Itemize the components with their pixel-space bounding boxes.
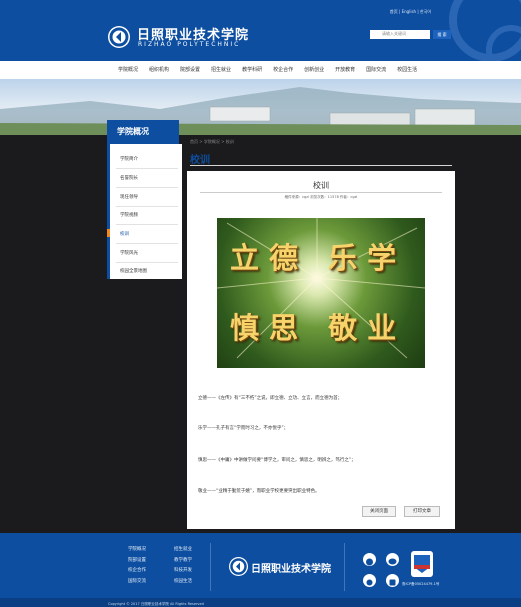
school-logo-icon[interactable] <box>108 26 130 48</box>
nav-item[interactable]: 组织机构 <box>149 66 169 73</box>
page-title: 校训 <box>190 155 210 166</box>
footer-link[interactable]: 科技开发 <box>174 566 192 577</box>
icp-text: 鲁ICP备05024479-1号 <box>402 582 440 586</box>
nav-item[interactable]: 创新创业 <box>304 66 324 73</box>
sidebar-item[interactable]: 学院视频 <box>120 212 138 218</box>
article-paragraph: 敬业——“业精于勤荒于嬉”，而职业学校更要突出职业特色。 <box>198 489 320 494</box>
weibo-icon[interactable] <box>363 553 376 566</box>
divider <box>210 543 211 591</box>
footer-link[interactable]: 教学教学 <box>174 556 192 567</box>
divider <box>116 262 178 263</box>
divider <box>344 543 345 591</box>
article-paragraph: 慎思——《中庸》中讲做学问要“博学之，审问之，慎思之，明辨之，笃行之”； <box>198 458 356 463</box>
nav-item[interactable]: 开放教育 <box>335 66 355 73</box>
bottom-bar <box>0 598 521 607</box>
nav-item[interactable]: 校企合作 <box>273 66 293 73</box>
search-button[interactable]: 搜 索 <box>433 30 451 39</box>
sidebar-item[interactable]: 校园全景地图 <box>120 268 147 274</box>
nav-item[interactable]: 招生就业 <box>211 66 231 73</box>
footer-school-name: 日照职业技术学院 <box>251 564 331 575</box>
divider <box>116 187 178 188</box>
footer-link[interactable]: 院部设置 <box>128 556 146 567</box>
divider <box>190 165 452 166</box>
search-placeholder: 请输入关键词 <box>382 31 406 36</box>
nav-item[interactable]: 教学科研 <box>242 66 262 73</box>
divider <box>116 243 178 244</box>
sidebar: 学院简介 名誉院长 现任领导 学院视频 校训 学院风光 校园全景地图 <box>107 144 182 279</box>
article-meta: 稿件来源：cgzl 浏览次数：11578 作者：cgzl <box>284 195 358 199</box>
nav-item[interactable]: 国际交流 <box>366 66 386 73</box>
motto-line-2: 慎思 敬业 <box>230 311 407 345</box>
main-nav-items: 学院概况 组织机构 院部设置 招生就业 教学科研 校企合作 创新创业 开放教育 … <box>118 66 428 73</box>
breadcrumb[interactable]: 首页 > 学院概况 > 校训 <box>190 139 234 145</box>
article-title: 校训 <box>313 181 329 190</box>
nav-item[interactable]: 学院概况 <box>118 66 138 73</box>
nav-item[interactable]: 校园生活 <box>397 66 417 73</box>
divider <box>200 192 442 193</box>
wechat-icon[interactable] <box>386 553 399 566</box>
nav-item[interactable]: 院部设置 <box>180 66 200 73</box>
footer-link[interactable]: 学院概况 <box>128 545 146 556</box>
motto-line-1: 立德 乐学 <box>230 241 407 275</box>
copyright-text: Copyright © 2017 日照职业技术学院 All Rights Res… <box>108 602 204 606</box>
app-icon[interactable] <box>386 574 399 587</box>
school-name-en: RIZHAO POLYTECHNIC <box>138 41 241 48</box>
print-article-button[interactable]: 打印文章 <box>404 506 440 517</box>
top-links[interactable]: 首页 | English | 한국어 <box>390 9 431 15</box>
campus-banner <box>0 79 521 135</box>
gov-badge-icon[interactable] <box>411 551 433 577</box>
footer-logo-icon <box>229 557 248 576</box>
sidebar-item[interactable]: 现任领导 <box>120 194 138 200</box>
footer-link[interactable]: 校园生活 <box>174 577 192 588</box>
divider <box>116 224 178 225</box>
sidebar-title: 学院概况 <box>107 120 179 144</box>
article-paragraph: 乐学——孔子有言“学而时习之，不亦悦乎”； <box>198 426 289 431</box>
qq-icon[interactable] <box>363 574 376 587</box>
sidebar-item[interactable]: 名誉院长 <box>120 175 138 181</box>
footer-link[interactable]: 招生就业 <box>174 545 192 556</box>
footer-links-1: 学院概况 院部设置 校企合作 国际交流 <box>128 545 146 587</box>
article-paragraph: 立德——《左传》有“三不朽”之说，即立德、立功、立言，而立德为首； <box>198 396 343 401</box>
divider <box>116 206 178 207</box>
footer-link[interactable]: 校企合作 <box>128 566 146 577</box>
sidebar-item[interactable]: 学院风光 <box>120 250 138 256</box>
sidebar-active-marker <box>107 229 110 237</box>
divider <box>116 168 178 169</box>
close-page-button[interactable]: 关闭页面 <box>362 506 396 517</box>
footer-links-2: 招生就业 教学教学 科技开发 校园生活 <box>174 545 192 587</box>
sidebar-item[interactable]: 学院简介 <box>120 156 138 162</box>
sidebar-item-active[interactable]: 校训 <box>120 231 129 237</box>
footer-link[interactable]: 国际交流 <box>128 577 146 588</box>
